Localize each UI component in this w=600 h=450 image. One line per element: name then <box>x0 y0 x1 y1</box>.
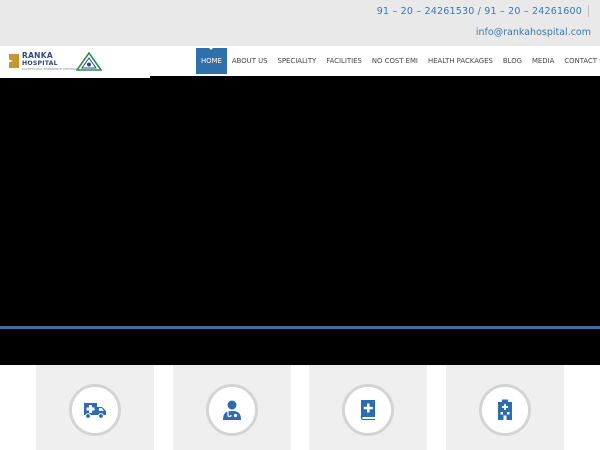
top-contact-bar: 91 – 20 – 24261530 / 91 – 20 – 24261600 … <box>0 0 600 46</box>
nav-contact-us[interactable]: CONTACT US <box>559 46 600 76</box>
nav-speciality[interactable]: SPECIALITY <box>273 46 322 76</box>
feature-card-ambulance[interactable] <box>36 365 154 450</box>
nav-health-packages[interactable]: HEALTH PACKAGES <box>423 46 498 76</box>
nav-facilities[interactable]: FACILITIES <box>321 46 367 76</box>
ranka-hospital-logo[interactable]: RANKA HOSPITAL EXCEPTIONAL EXPERIENCE MA… <box>9 51 77 72</box>
hero-divider-line <box>0 326 600 329</box>
medical-book-icon <box>360 400 375 420</box>
nav-about-us[interactable]: ABOUT US <box>227 46 273 76</box>
phone-numbers[interactable]: 91 – 20 – 24261530 / 91 – 20 – 24261600 <box>377 6 582 17</box>
feature-card-medical-records[interactable] <box>309 365 427 450</box>
logo-line-1: RANKA <box>22 51 53 60</box>
logo-tagline: EXCEPTIONAL EXPERIENCE MATTERS <box>22 67 78 71</box>
hero-top-gap <box>0 76 150 78</box>
feature-card-doctor[interactable] <box>173 365 291 450</box>
logo-line-2: HOSPITAL <box>22 60 58 67</box>
email-link[interactable]: info@rankahospital.com <box>476 27 591 38</box>
nav-blog[interactable]: BLOG <box>498 46 527 76</box>
doctor-icon <box>223 400 241 420</box>
hero-banner <box>0 76 600 365</box>
icon-circle <box>342 384 394 436</box>
logo-mark-icon <box>9 54 19 68</box>
feature-card-hospital[interactable] <box>446 365 564 450</box>
hospital-building-icon <box>498 399 512 420</box>
icon-circle <box>479 384 531 436</box>
nav-no-cost-emi[interactable]: NO COST EMI <box>367 46 423 76</box>
accreditation-badge-icon <box>76 52 102 71</box>
ambulance-icon <box>84 403 106 419</box>
nav-home[interactable]: HOME <box>196 47 227 74</box>
main-menu: HOME ABOUT US SPECIALITY FACILITIES NO C… <box>196 46 600 76</box>
feature-cards <box>0 365 600 450</box>
icon-circle <box>206 384 258 436</box>
divider <box>588 5 589 17</box>
nav-media[interactable]: MEDIA <box>527 46 559 76</box>
icon-circle <box>69 384 121 436</box>
main-navbar: RANKA HOSPITAL EXCEPTIONAL EXPERIENCE MA… <box>0 46 600 76</box>
